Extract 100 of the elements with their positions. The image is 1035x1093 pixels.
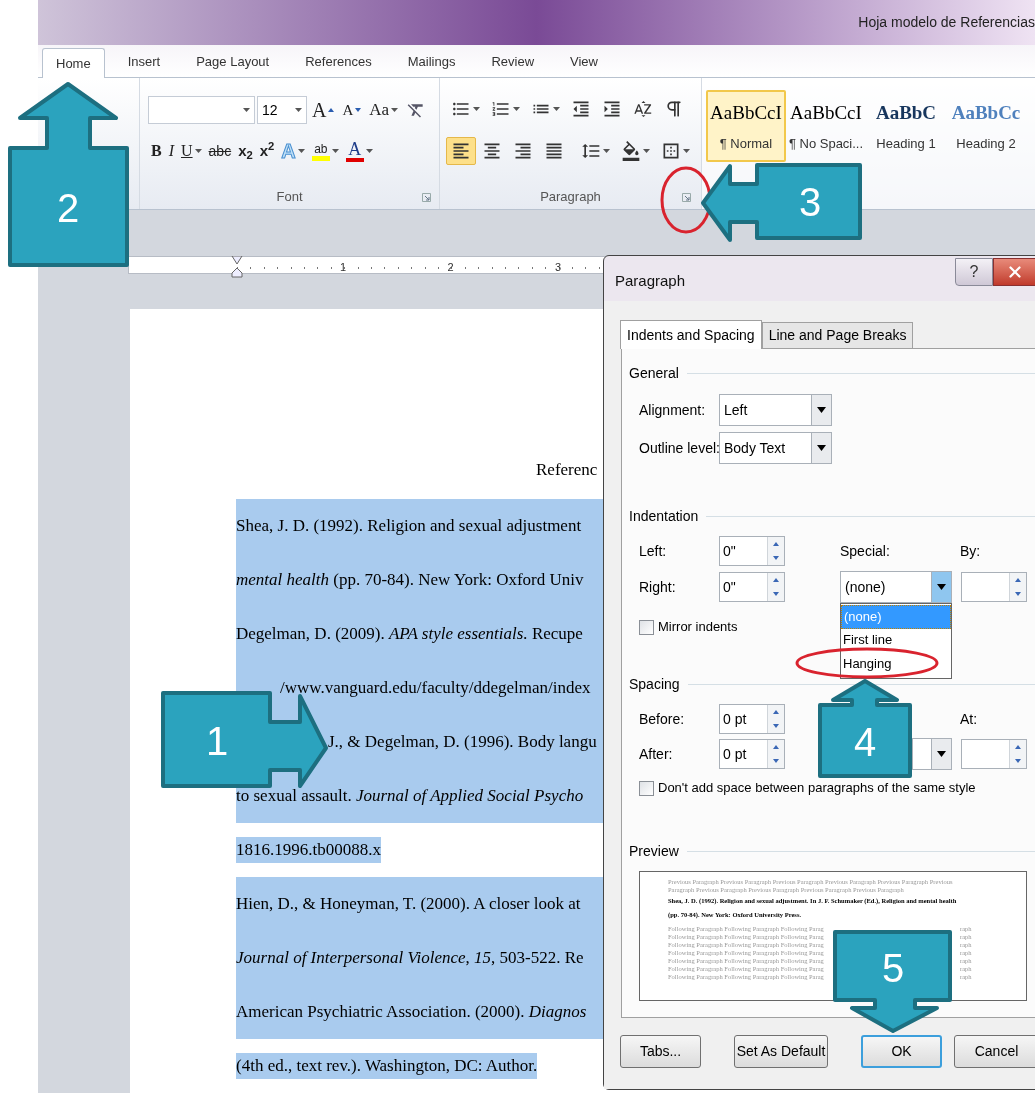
checkbox[interactable] bbox=[639, 780, 654, 796]
bold-button[interactable]: B bbox=[148, 138, 165, 164]
step-callout: 3 bbox=[701, 163, 862, 242]
field-label: After: bbox=[639, 746, 673, 762]
caret-icon bbox=[603, 149, 610, 153]
dropdown-arrow-icon[interactable] bbox=[817, 407, 826, 413]
dialog-tab[interactable]: Line and Page Breaks bbox=[761, 322, 914, 348]
left-indent-field[interactable]: 0" bbox=[719, 536, 785, 566]
field-label: Left: bbox=[639, 543, 667, 559]
shrink-font-button[interactable]: A bbox=[339, 97, 365, 123]
ribbon-tab[interactable]: Mailings bbox=[394, 47, 469, 77]
subscript-button[interactable]: x$_{2}$ bbox=[235, 138, 256, 164]
dialog-launcher-icon[interactable] bbox=[682, 192, 691, 202]
dropdown-arrow-icon[interactable] bbox=[937, 751, 946, 757]
caret-icon bbox=[243, 108, 250, 112]
close-button[interactable] bbox=[993, 258, 1035, 286]
dialog-button[interactable]: Set As Default bbox=[734, 1035, 828, 1068]
font-name-field[interactable] bbox=[148, 96, 255, 124]
dialog-button[interactable]: Cancel bbox=[954, 1035, 1035, 1068]
style-tile[interactable]: AaBbC Heading 1 bbox=[866, 90, 946, 162]
field-label: By: bbox=[960, 543, 981, 559]
reference-line: Journal of Interpersonal Violence, 15, 503-522. Re bbox=[236, 947, 584, 970]
numbered-list-icon bbox=[491, 99, 511, 119]
dropdown-arrow-icon[interactable] bbox=[817, 445, 826, 451]
style-tile[interactable]: AaBbCcI ¶ No Spaci... bbox=[786, 90, 866, 162]
checkbox-label: Don't add space between paragraphs of the same style bbox=[658, 779, 976, 798]
step-callout: 5 bbox=[833, 930, 952, 1033]
highlight-ring bbox=[660, 166, 712, 234]
caret-icon bbox=[297, 149, 305, 153]
outline-level-select[interactable]: Body Text bbox=[719, 432, 832, 464]
grow-font-button[interactable]: A bbox=[309, 97, 338, 123]
step-callout: 2 bbox=[8, 82, 129, 267]
by-field[interactable] bbox=[961, 572, 1027, 602]
right-indent-field[interactable]: 0" bbox=[719, 572, 785, 602]
field-label: Right: bbox=[639, 579, 676, 595]
font-color-button[interactable]: A bbox=[342, 138, 376, 164]
caret-icon bbox=[553, 107, 560, 111]
help-button[interactable]: ? bbox=[955, 258, 993, 286]
ribbon-tab[interactable]: Home bbox=[42, 48, 105, 78]
field-label: Special: bbox=[840, 543, 890, 559]
checkbox[interactable] bbox=[639, 619, 654, 635]
dialog-title: Paragraph bbox=[615, 271, 686, 291]
dialog-button[interactable]: OK bbox=[861, 1035, 942, 1068]
border-icon bbox=[661, 141, 681, 161]
caret-icon bbox=[473, 107, 480, 111]
pilcrow-icon bbox=[664, 99, 684, 119]
align-justify-icon bbox=[544, 141, 564, 161]
space-after-field[interactable]: 0 pt bbox=[719, 739, 785, 769]
outdent-icon bbox=[571, 99, 591, 119]
align-left-button[interactable] bbox=[446, 137, 476, 165]
indent-marker-icon[interactable] bbox=[231, 256, 243, 278]
dialog-tab[interactable]: Indents and Spacing bbox=[620, 320, 762, 349]
ribbon-tab[interactable]: View bbox=[557, 47, 611, 77]
align-center-icon bbox=[482, 141, 502, 161]
caret-icon bbox=[643, 149, 650, 153]
ribbon-tab[interactable]: Insert bbox=[114, 47, 174, 77]
strikethrough-button[interactable]: abc bbox=[205, 138, 235, 164]
group-label: Paragraph bbox=[540, 188, 601, 207]
alignment-select[interactable]: Left bbox=[719, 394, 832, 426]
reference-line: J., & Degelman, D. (1996). Body langu bbox=[328, 731, 597, 754]
field-label: Alignment: bbox=[639, 402, 706, 418]
reference-line: Shea, J. D. (1992). Religion and sexual adjustment bbox=[236, 515, 582, 538]
paint-bucket-icon bbox=[621, 141, 641, 161]
dialog-launcher-icon[interactable] bbox=[422, 192, 431, 202]
document-heading: Referenc bbox=[536, 459, 598, 482]
superscript-button[interactable]: x$^{2}$ bbox=[256, 138, 278, 164]
ruler-number: 3 bbox=[555, 260, 562, 274]
caret-icon bbox=[295, 108, 302, 112]
dropdown-option[interactable]: First line bbox=[841, 629, 951, 653]
triangle-icon bbox=[328, 108, 335, 112]
change-case-button[interactable]: Aa bbox=[366, 97, 402, 123]
underline-button[interactable]: U bbox=[178, 138, 205, 164]
line-spacing-select[interactable] bbox=[912, 738, 952, 770]
line-spacing-icon bbox=[581, 141, 601, 161]
at-field[interactable] bbox=[961, 739, 1027, 769]
style-tile[interactable]: AaBbCcI ¶ Normal bbox=[706, 90, 786, 162]
italic-button[interactable]: I bbox=[165, 138, 177, 164]
ribbon-tab[interactable]: Review bbox=[478, 47, 547, 77]
section-heading: Indentation bbox=[629, 506, 699, 526]
highlight-button[interactable]: ab bbox=[308, 138, 342, 164]
style-tile[interactable]: AaBbCc Heading 2 bbox=[946, 90, 1026, 162]
align-left-icon bbox=[451, 141, 471, 161]
dropdown-option[interactable]: Hanging bbox=[841, 653, 951, 677]
ribbon-tab[interactable]: Page Layout bbox=[183, 47, 283, 77]
section-heading: General bbox=[629, 363, 679, 383]
sort-icon bbox=[633, 99, 653, 119]
checkbox-label: Mirror indents bbox=[658, 618, 738, 637]
font-size-field[interactable]: 12 bbox=[257, 96, 307, 124]
reference-line: Hien, D., & Honeyman, T. (2000). A closer look at bbox=[236, 893, 581, 916]
window-title: Hoja modelo de Referencias bbox=[858, 13, 1035, 32]
caret-icon bbox=[331, 149, 339, 153]
space-before-field[interactable]: 0 pt bbox=[719, 704, 785, 734]
dialog-button[interactable]: Tabs... bbox=[620, 1035, 701, 1068]
indent-icon bbox=[602, 99, 622, 119]
ribbon-tab[interactable]: References bbox=[292, 47, 385, 77]
caret-icon bbox=[194, 149, 202, 153]
dropdown-arrow-icon[interactable] bbox=[937, 584, 946, 590]
caret-icon bbox=[683, 149, 690, 153]
align-right-icon bbox=[513, 141, 533, 161]
reference-line: to sexual assault. Journal of Applied Social Psycho bbox=[236, 785, 584, 808]
